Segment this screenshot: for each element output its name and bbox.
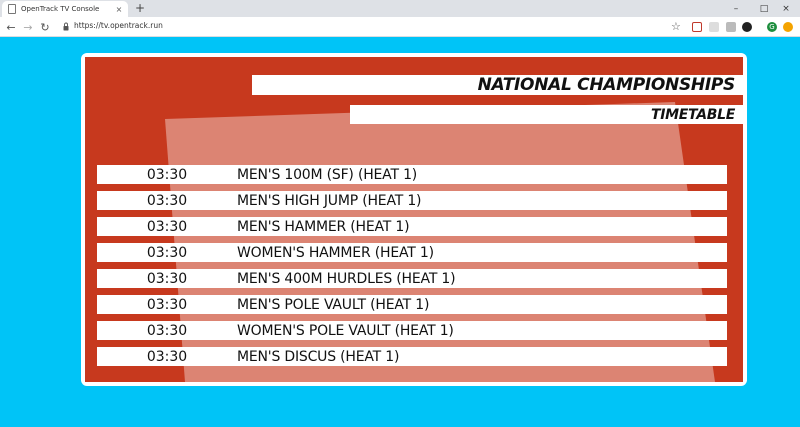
back-button[interactable]: ← (3, 19, 19, 35)
event-row: 03:30 MEN'S HIGH JUMP (HEAT 1) (97, 191, 727, 210)
extension-icon[interactable] (692, 22, 702, 32)
event-time: 03:30 (146, 322, 188, 339)
extension-icon[interactable] (709, 22, 719, 32)
event-row: 03:30 MEN'S HAMMER (HEAT 1) (97, 217, 727, 236)
event-name: MEN'S 400M HURDLES (HEAT 1) (237, 270, 456, 287)
reload-button[interactable]: ↻ (37, 19, 53, 35)
event-time: 03:30 (146, 296, 188, 313)
event-row: 03:30 MEN'S POLE VAULT (HEAT 1) (97, 295, 727, 314)
timetable-board: NATIONAL CHAMPIONSHIPS TIMETABLE 03:30 M… (81, 53, 747, 386)
bookmark-star-icon[interactable]: ☆ (671, 20, 681, 33)
page-title: NATIONAL CHAMPIONSHIPS (477, 75, 736, 95)
browser-toolbar: ← → ↻ https://tv.opentrack.run ☆ G (0, 17, 800, 37)
event-name: MEN'S DISCUS (HEAT 1) (237, 348, 400, 365)
event-name: MEN'S POLE VAULT (HEAT 1) (237, 296, 430, 313)
close-window-button[interactable]: × (772, 0, 800, 17)
address-bar[interactable]: https://tv.opentrack.run (74, 21, 163, 30)
extension-icon[interactable] (726, 22, 736, 32)
event-time: 03:30 (146, 348, 188, 365)
page-subtitle: TIMETABLE (650, 106, 735, 123)
event-time: 03:30 (146, 218, 188, 235)
subtitle-banner: TIMETABLE (350, 105, 743, 124)
event-time: 03:30 (146, 192, 188, 209)
lock-icon (63, 22, 69, 31)
menu-icon[interactable] (783, 22, 793, 32)
extension-icon[interactable] (742, 22, 752, 32)
event-time: 03:30 (146, 166, 188, 183)
new-tab-button[interactable]: + (133, 1, 147, 15)
event-time: 03:30 (146, 244, 188, 261)
event-row: 03:30 MEN'S 100M (SF) (HEAT 1) (97, 165, 727, 184)
title-banner: NATIONAL CHAMPIONSHIPS (252, 75, 743, 95)
tab-title: OpenTrack TV Console (21, 5, 100, 13)
event-row: 03:30 MEN'S 400M HURDLES (HEAT 1) (97, 269, 727, 288)
event-name: WOMEN'S HAMMER (HEAT 1) (237, 244, 434, 261)
close-tab-icon[interactable]: × (114, 5, 124, 14)
event-name: MEN'S 100M (SF) (HEAT 1) (237, 166, 418, 183)
page-icon (8, 4, 16, 14)
forward-button[interactable]: → (20, 19, 36, 35)
event-row: 03:30 WOMEN'S HAMMER (HEAT 1) (97, 243, 727, 262)
event-name: WOMEN'S POLE VAULT (HEAT 1) (237, 322, 454, 339)
event-row: 03:30 WOMEN'S POLE VAULT (HEAT 1) (97, 321, 727, 340)
event-time: 03:30 (146, 270, 188, 287)
event-name: MEN'S HAMMER (HEAT 1) (237, 218, 410, 235)
profile-avatar[interactable]: G (767, 22, 777, 32)
browser-tabstrip: OpenTrack TV Console × + – □ × (0, 0, 800, 17)
event-row: 03:30 MEN'S DISCUS (HEAT 1) (97, 347, 727, 366)
browser-tab[interactable]: OpenTrack TV Console × (2, 1, 128, 17)
event-name: MEN'S HIGH JUMP (HEAT 1) (237, 192, 422, 209)
timetable-panel: NATIONAL CHAMPIONSHIPS TIMETABLE 03:30 M… (85, 57, 743, 382)
minimize-button[interactable]: – (722, 0, 750, 17)
